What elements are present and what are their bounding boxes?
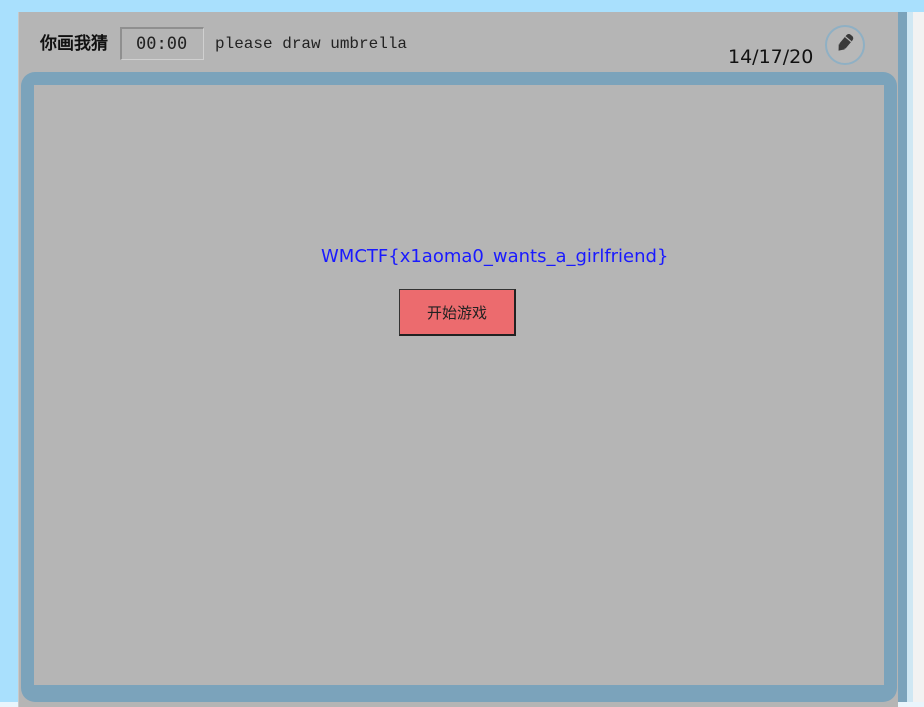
score-counter: 14/17/20 (728, 46, 814, 68)
start-game-button[interactable]: 开始游戏 (399, 289, 516, 336)
drawing-canvas[interactable]: WMCTF{x1aoma0_wants_a_girlfriend} 开始游戏 (34, 85, 884, 685)
game-panel: 你画我猜 00:00 please draw umbrella 14/17/20… (18, 12, 898, 707)
pencil-button[interactable] (825, 25, 865, 65)
page-margin-edge (907, 12, 913, 707)
game-title: 你画我猜 (40, 34, 108, 54)
pencil-icon (834, 32, 856, 58)
timer-field: 00:00 (120, 27, 204, 60)
drawing-prompt: please draw umbrella (215, 35, 408, 53)
canvas-frame: WMCTF{x1aoma0_wants_a_girlfriend} 开始游戏 (21, 72, 897, 702)
scrollbar-track[interactable] (897, 12, 907, 707)
flag-text: WMCTF{x1aoma0_wants_a_girlfriend} (321, 246, 669, 267)
